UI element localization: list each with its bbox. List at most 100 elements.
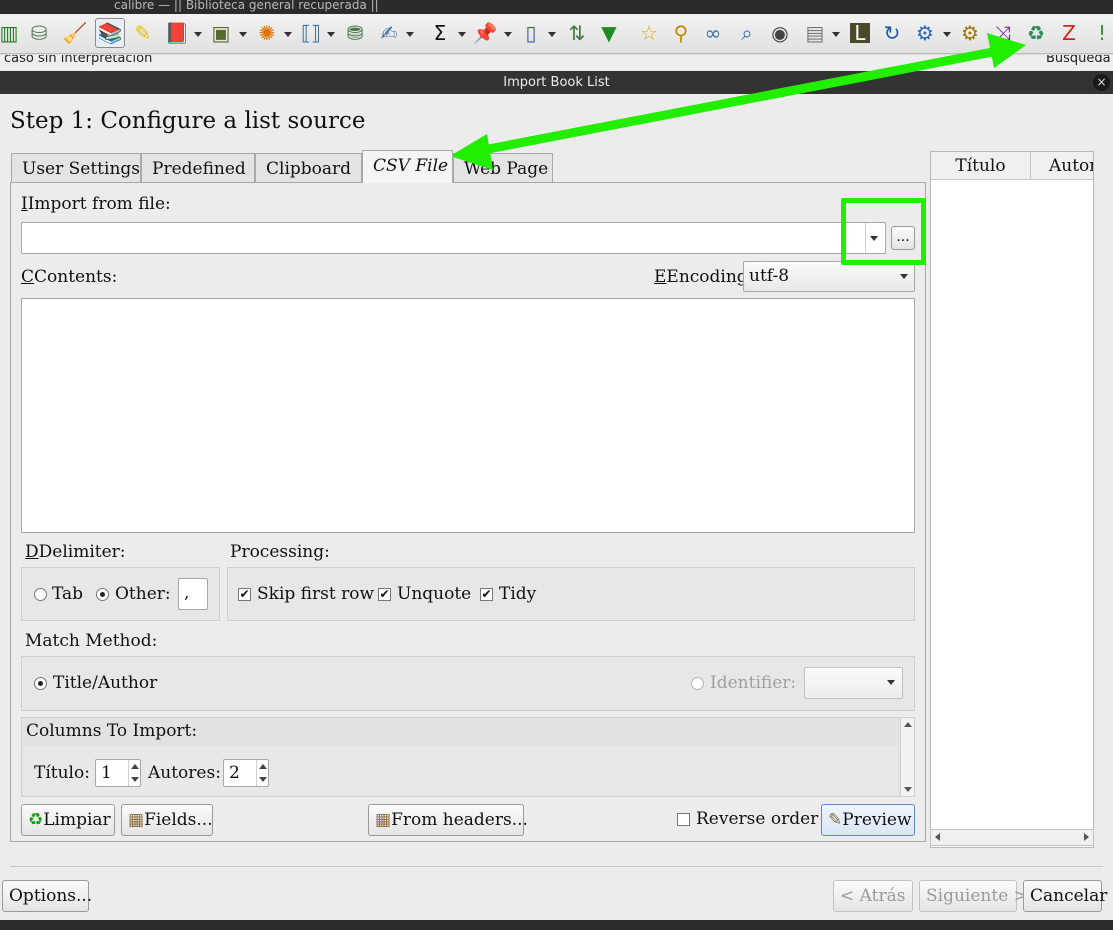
check-book-icon[interactable]: ⛁	[24, 18, 54, 48]
tab-user-settings[interactable]: User Settings	[11, 153, 141, 183]
filter-down-icon[interactable]: ▼	[594, 18, 624, 48]
pin-icon[interactable]: 📌	[470, 18, 500, 48]
titulo-column-spinbox[interactable]: 1	[95, 759, 141, 787]
from-headers-button[interactable]: ▦From headers...	[368, 804, 528, 836]
titulo-column-label: Título:	[34, 763, 90, 783]
link-icon[interactable]: ∞	[698, 18, 728, 48]
table-horizontal-scrollbar[interactable]	[930, 829, 1094, 846]
column-icon[interactable]: ▯	[516, 18, 546, 48]
chevron-down-icon[interactable]	[943, 32, 951, 37]
skip-first-row-checkbox[interactable]: ✔	[238, 588, 251, 601]
encoding-label: EEncoding:	[654, 267, 754, 287]
calibre-l-icon[interactable]: L	[845, 18, 875, 48]
import-from-file-label: IImport from file:	[21, 194, 171, 214]
sort-az-icon[interactable]: ⇅	[562, 18, 592, 48]
calibre-window-title: calibre — || Biblioteca general recupera…	[114, 0, 379, 12]
reverse-order-checkbox[interactable]	[677, 813, 690, 826]
recycle-icon: ♻	[28, 810, 44, 830]
columns-scrollbar[interactable]	[900, 718, 914, 796]
other-delimiter-input[interactable]: ,	[178, 578, 208, 610]
chevron-down-icon[interactable]	[406, 32, 414, 37]
spinner-arrows-icon[interactable]	[256, 760, 268, 786]
edit-book-icon[interactable]: 📚	[95, 18, 125, 48]
read-book-icon[interactable]: 📕	[162, 18, 192, 48]
scroll-up-icon[interactable]	[904, 722, 912, 727]
dialog-title-bar: Import Book List	[0, 71, 1113, 94]
reverse-order-label[interactable]: Reverse order	[696, 809, 818, 829]
highlighter-icon[interactable]: ✎	[128, 18, 158, 48]
tidy-label[interactable]: Tidy	[499, 584, 536, 604]
import-path-combo[interactable]	[21, 222, 886, 254]
search-magnify-icon[interactable]: ⚲	[666, 18, 696, 48]
scroll-down-icon[interactable]	[904, 787, 912, 792]
limpiar-button[interactable]: ♻Limpiar	[21, 804, 115, 836]
quality-check-icon[interactable]: ◉	[765, 18, 795, 48]
tab-delimiter-label[interactable]: Tab	[52, 584, 83, 604]
star-icon[interactable]: ☆	[634, 18, 664, 48]
shuffle-icon[interactable]: ⤨	[988, 18, 1018, 48]
autores-column-spinbox[interactable]: 2	[223, 759, 269, 787]
chevron-down-icon[interactable]	[504, 32, 512, 37]
import-list-icon[interactable]: ♻	[1021, 18, 1051, 48]
chevron-down-icon[interactable]	[194, 32, 202, 37]
atras-button[interactable]: < Atrás	[833, 880, 913, 912]
send-to-device-icon[interactable]: ▣	[206, 18, 236, 48]
preview-table[interactable]: Título Autor	[930, 151, 1094, 848]
identifier-radio[interactable]	[691, 677, 704, 690]
tab-csv-file[interactable]: CSV File	[362, 150, 453, 183]
library-icon[interactable]: ▥	[0, 18, 24, 48]
unquote-label[interactable]: Unquote	[397, 584, 471, 604]
identifier-select[interactable]	[804, 667, 903, 699]
tidy-checkbox[interactable]: ✔	[480, 588, 493, 601]
columns-to-import-label: Columns To Import:	[26, 721, 198, 741]
catalog-icon[interactable]: ⛃	[340, 18, 370, 48]
chevron-down-icon[interactable]	[887, 680, 895, 685]
tab-predefined[interactable]: Predefined	[141, 153, 255, 183]
cancelar-button[interactable]: Cancelar	[1023, 880, 1107, 912]
chevron-down-icon[interactable]	[548, 32, 556, 37]
preview-button[interactable]: ✎Preview	[821, 804, 915, 836]
options-button[interactable]: Options...	[2, 880, 92, 912]
skip-first-row-label[interactable]: Skip first row	[257, 584, 374, 604]
title-author-label[interactable]: Title/Author	[53, 673, 157, 693]
calibre-toolbar: ▥ ⛁ 🧹 📚 ✎ 📕 ▣ ✺ ⟦⟧ ⛃ ✍ Σ 📌 ▯ ⇅ ▼ ☆ ⚲ ∞ ⌕…	[0, 14, 1113, 54]
titulo-column-value: 1	[101, 763, 112, 783]
sum-icon[interactable]: Σ	[425, 18, 455, 48]
chevron-down-icon[interactable]	[284, 32, 292, 37]
spinner-arrows-icon[interactable]	[128, 760, 140, 786]
fields-button[interactable]: ▦Fields...	[121, 804, 213, 836]
network-icon[interactable]: ⚙	[910, 18, 940, 48]
unquote-checkbox[interactable]: ✔	[378, 588, 391, 601]
connect-share-icon[interactable]: ⟦⟧	[296, 18, 326, 48]
scroll-right-icon[interactable]	[1084, 833, 1089, 841]
exclaim-icon[interactable]: !	[1087, 18, 1113, 48]
encoding-select[interactable]: utf-8	[743, 261, 915, 292]
other-delimiter-label[interactable]: Other:	[115, 584, 171, 604]
scroll-left-icon[interactable]	[935, 833, 940, 841]
table-header-titulo[interactable]: Título	[931, 152, 1031, 180]
siguiente-button[interactable]: Siguiente >	[919, 880, 1028, 912]
title-author-radio[interactable]	[34, 677, 47, 690]
close-icon[interactable]: ×	[1093, 74, 1110, 91]
tab-web-page[interactable]: Web Page	[453, 153, 553, 183]
edit-metadata-icon[interactable]: ✍	[374, 18, 404, 48]
refresh-icon[interactable]: ↻	[877, 18, 907, 48]
chevron-down-icon[interactable]	[832, 32, 840, 37]
chevron-down-icon[interactable]	[239, 32, 247, 37]
zoom-icon[interactable]: ⌕	[732, 18, 762, 48]
chevron-down-icon[interactable]	[327, 32, 335, 37]
document-icon[interactable]: ▤	[800, 18, 830, 48]
contents-textarea[interactable]	[21, 298, 915, 533]
tab-delimiter-radio[interactable]	[34, 588, 47, 601]
chevron-down-icon[interactable]	[900, 274, 908, 279]
z-icon[interactable]: Z	[1054, 18, 1084, 48]
broom-icon[interactable]: 🧹	[60, 18, 90, 48]
search-fragment: caso sin interpretacion	[4, 55, 153, 66]
identifier-label[interactable]: Identifier:	[710, 673, 796, 693]
gear-icon[interactable]: ⚙	[955, 18, 985, 48]
news-icon[interactable]: ✺	[252, 18, 282, 48]
other-delimiter-radio[interactable]	[96, 588, 109, 601]
table-header-autor[interactable]: Autor	[1031, 152, 1093, 180]
tab-clipboard[interactable]: Clipboard	[255, 153, 362, 183]
chevron-down-icon[interactable]	[458, 32, 466, 37]
